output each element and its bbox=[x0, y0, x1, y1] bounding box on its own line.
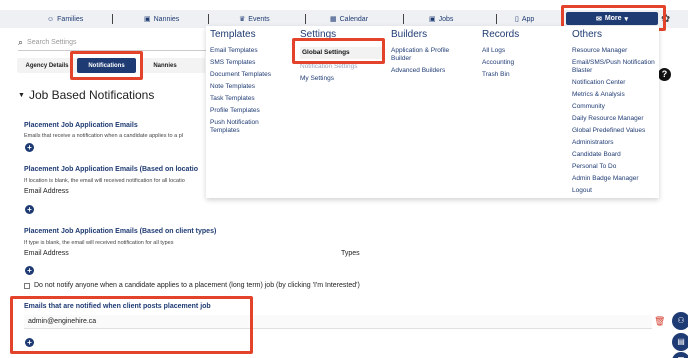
nav-divider bbox=[208, 14, 209, 24]
menu-link[interactable]: Email Templates bbox=[210, 47, 295, 55]
menu-column-records: Records All Logs Accounting Trash Bin bbox=[482, 26, 557, 83]
menu-link[interactable]: Advanced Builders bbox=[391, 67, 466, 75]
chat-icon: ✉ bbox=[595, 15, 602, 23]
block-note: Emails that receive a notification when … bbox=[24, 133, 183, 139]
menu-link[interactable]: Note Templates bbox=[210, 83, 295, 91]
block-heading: Placement Job Application Emails (Based … bbox=[24, 166, 199, 173]
menu-heading: Others bbox=[572, 29, 603, 40]
field-label-types: Types bbox=[341, 250, 360, 257]
nav-families[interactable]: ☺ Families bbox=[47, 10, 83, 28]
add-icon[interactable]: + bbox=[25, 338, 34, 347]
search-icon: ⌕ bbox=[18, 37, 24, 47]
block-heading: Placement Job Application Emails bbox=[24, 122, 138, 129]
briefcase-icon: ▣ bbox=[429, 16, 436, 23]
book-icon[interactable]: ▤ bbox=[672, 333, 688, 351]
menu-link[interactable]: Trash Bin bbox=[482, 71, 557, 79]
menu-link[interactable]: Candidate Board bbox=[572, 151, 657, 159]
menu-link[interactable]: Application & Profile Builder bbox=[391, 47, 466, 63]
menu-column-templates: Templates Email Templates SMS Templates … bbox=[210, 26, 295, 139]
menu-link[interactable]: Accounting bbox=[482, 59, 557, 67]
menu-link[interactable]: Community bbox=[572, 103, 657, 111]
help-icon[interactable]: ? bbox=[658, 68, 671, 81]
gear-icon[interactable]: ✿ bbox=[661, 12, 670, 25]
menu-link[interactable]: Notification Settings bbox=[300, 63, 385, 71]
menu-heading: Builders bbox=[391, 29, 428, 40]
menu-link[interactable]: Logout bbox=[572, 187, 657, 195]
search-underline bbox=[18, 50, 208, 51]
field-label: Email Address bbox=[24, 250, 69, 257]
nav-divider bbox=[305, 14, 306, 24]
field-label: Email Address bbox=[24, 188, 69, 195]
menu-link[interactable]: My Settings bbox=[300, 75, 385, 83]
tab-agency-details[interactable]: Agency Details bbox=[17, 58, 77, 73]
trash-icon[interactable]: 🗑 bbox=[654, 316, 665, 327]
menu-link[interactable]: Task Templates bbox=[210, 95, 295, 103]
add-icon[interactable]: + bbox=[25, 143, 34, 152]
tab-nannies[interactable]: Nannies bbox=[140, 58, 190, 73]
menu-heading: Templates bbox=[210, 29, 256, 40]
menu-column-others: Others Resource Manager Email/SMS/Push N… bbox=[572, 26, 657, 199]
menu-link-global-settings[interactable]: Global Settings bbox=[300, 47, 385, 59]
menu-link[interactable]: Daily Resource Manager bbox=[572, 115, 657, 123]
nav-divider bbox=[112, 14, 113, 24]
menu-link[interactable]: SMS Templates bbox=[210, 59, 295, 67]
user-circle-icon: ☺ bbox=[47, 15, 55, 23]
menu-link[interactable]: Global Predefined Values bbox=[572, 127, 657, 135]
menu-link[interactable]: Admin Badge Manager bbox=[572, 175, 657, 183]
trophy-icon: ♛ bbox=[239, 16, 246, 23]
caret-down-icon: ▼ bbox=[18, 91, 25, 99]
add-icon[interactable]: + bbox=[25, 266, 34, 275]
org-chart-icon[interactable]: ⚇ bbox=[672, 312, 688, 330]
tab-notifications[interactable]: Notifications bbox=[77, 58, 136, 73]
menu-link[interactable]: All Logs bbox=[482, 47, 557, 55]
briefcase-icon: ▣ bbox=[144, 16, 151, 23]
search-bar[interactable]: ⌕ Search Settings bbox=[18, 37, 76, 48]
client-post-heading: Emails that are notified when client pos… bbox=[24, 303, 211, 310]
more-dropdown-menu: Templates Email Templates SMS Templates … bbox=[206, 26, 659, 198]
nav-divider bbox=[403, 14, 404, 24]
menu-link[interactable]: Notification Center bbox=[572, 79, 657, 87]
menu-column-builders: Builders Application & Profile Builder A… bbox=[391, 26, 466, 79]
add-icon[interactable]: + bbox=[25, 205, 34, 214]
menu-link[interactable]: Email/SMS/Push Notification Blaster bbox=[572, 59, 657, 75]
nav-divider bbox=[496, 14, 497, 24]
email-field[interactable]: admin@enginehire.ca bbox=[24, 315, 652, 329]
menu-column-settings: Settings Global Settings Notification Se… bbox=[300, 26, 385, 87]
menu-link[interactable]: Resource Manager bbox=[572, 47, 657, 55]
menu-link[interactable]: Metrics & Analysis bbox=[572, 91, 657, 99]
block-heading: Placement Job Application Emails (Based … bbox=[24, 228, 217, 235]
menu-link[interactable]: Administrators bbox=[572, 139, 657, 147]
chat-icon[interactable]: ☰ bbox=[672, 352, 688, 358]
menu-link[interactable]: Personal To Do bbox=[572, 163, 657, 171]
checkbox[interactable] bbox=[24, 282, 30, 289]
menu-heading: Settings bbox=[300, 29, 337, 40]
more-button[interactable]: ✉ More ▾ bbox=[566, 12, 658, 25]
nav-nannies[interactable]: ▣ Nannies bbox=[144, 10, 179, 28]
menu-link[interactable]: Push Notification Templates bbox=[210, 119, 270, 135]
caret-down-icon: ▾ bbox=[624, 15, 629, 23]
phone-icon: ▯ bbox=[515, 16, 519, 23]
menu-heading: Records bbox=[482, 29, 520, 40]
section-title[interactable]: ▼ Job Based Notifications bbox=[18, 88, 154, 102]
menu-link[interactable]: Profile Templates bbox=[210, 107, 295, 115]
calendar-icon: ▦ bbox=[330, 16, 337, 23]
menu-link[interactable]: Document Templates bbox=[210, 71, 295, 79]
block-note: If type is blank, the email will receive… bbox=[24, 240, 174, 246]
no-notify-checkbox-row[interactable]: Do not notify anyone when a candidate ap… bbox=[24, 282, 360, 289]
block-note: If location is blank, the email will rec… bbox=[24, 178, 185, 184]
